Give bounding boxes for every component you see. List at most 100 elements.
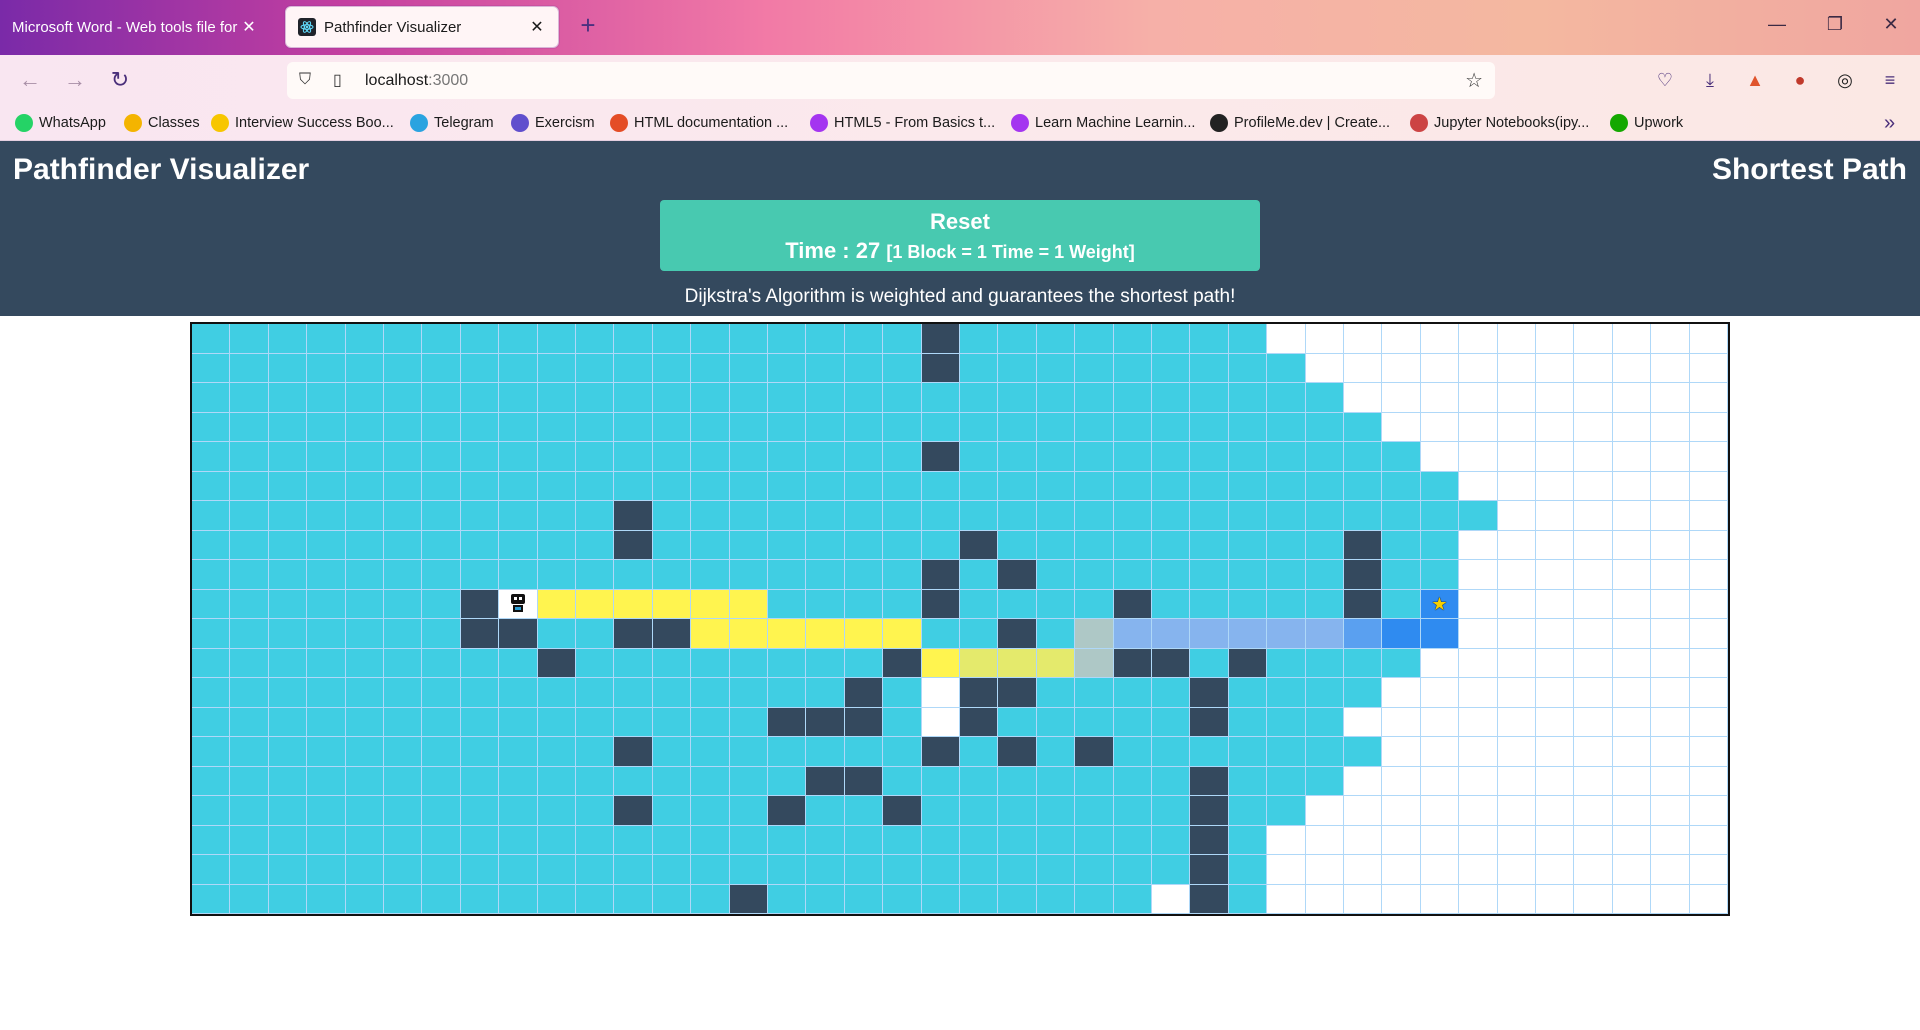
visited-cell[interactable]	[1382, 442, 1421, 472]
visited-cell[interactable]	[1228, 589, 1268, 619]
visited-cell[interactable]	[499, 501, 538, 531]
empty-cell[interactable]	[1459, 530, 1498, 560]
visited-cell[interactable]	[268, 648, 308, 678]
bookmark-item[interactable]: Classes	[124, 113, 200, 133]
visited-cell[interactable]	[576, 619, 615, 649]
visited-cell[interactable]	[921, 766, 960, 796]
visited-cell[interactable]	[192, 560, 231, 590]
wall-cell[interactable]	[499, 619, 538, 649]
visited-cell[interactable]	[691, 471, 730, 501]
visited-cell[interactable]	[422, 353, 461, 383]
visited-cell[interactable]	[1113, 560, 1152, 590]
visited-cell[interactable]	[998, 501, 1037, 531]
visited-cell[interactable]	[268, 619, 308, 649]
empty-cell[interactable]	[1574, 442, 1613, 472]
visited-cell[interactable]	[768, 560, 807, 590]
empty-cell[interactable]	[1267, 324, 1306, 354]
empty-cell[interactable]	[1689, 530, 1728, 560]
visited-cell[interactable]	[844, 825, 884, 855]
visited-cell[interactable]	[230, 884, 269, 914]
visited-cell[interactable]	[844, 471, 884, 501]
chevron-right-icon[interactable]: »	[1884, 112, 1895, 134]
empty-cell[interactable]	[1574, 501, 1613, 531]
visited-cell[interactable]	[499, 855, 538, 885]
empty-cell[interactable]	[1651, 383, 1690, 413]
visited-cell[interactable]	[1152, 530, 1191, 560]
wall-cell[interactable]	[921, 589, 960, 619]
empty-cell[interactable]	[1536, 324, 1575, 354]
visited-cell[interactable]	[345, 530, 384, 560]
empty-cell[interactable]	[1459, 353, 1498, 383]
visited-cell[interactable]	[1152, 855, 1191, 885]
visited-cell[interactable]	[921, 530, 960, 560]
visited-cell[interactable]	[460, 766, 500, 796]
forward-icon[interactable]: →	[61, 67, 89, 95]
visited-cell[interactable]	[806, 648, 845, 678]
visited-cell[interactable]	[1228, 766, 1268, 796]
path-cell[interactable]	[883, 619, 922, 649]
visited-cell[interactable]	[576, 324, 615, 354]
path-cell[interactable]	[691, 589, 730, 619]
empty-cell[interactable]	[1497, 648, 1536, 678]
visited-cell[interactable]	[422, 560, 461, 590]
visited-cell[interactable]	[307, 678, 346, 708]
visited-cell[interactable]	[1075, 412, 1114, 442]
visited-cell[interactable]	[268, 530, 308, 560]
visited-cell[interactable]	[1228, 560, 1268, 590]
visited-cell[interactable]	[1190, 383, 1229, 413]
empty-cell[interactable]	[1536, 648, 1575, 678]
bookmark-item[interactable]: Upwork	[1610, 113, 1683, 133]
empty-cell[interactable]	[1344, 766, 1383, 796]
visited-cell[interactable]	[960, 471, 999, 501]
visited-cell[interactable]	[230, 766, 269, 796]
visited-cell[interactable]	[1305, 560, 1344, 590]
visited-cell[interactable]	[1075, 530, 1114, 560]
visited-cell[interactable]	[844, 530, 884, 560]
empty-cell[interactable]	[1651, 796, 1690, 826]
visited-cell[interactable]	[768, 471, 807, 501]
close-icon[interactable]: ✕	[528, 17, 546, 37]
visited-cell[interactable]	[921, 501, 960, 531]
empty-cell[interactable]	[1382, 737, 1421, 767]
empty-cell[interactable]	[1420, 678, 1460, 708]
path-cell[interactable]	[1420, 619, 1460, 649]
visited-cell[interactable]	[499, 796, 538, 826]
url-bar[interactable]: ⛉ ▯ localhost:3000 ☆	[287, 62, 1495, 99]
visited-cell[interactable]	[1267, 678, 1306, 708]
visited-cell[interactable]	[1152, 737, 1191, 767]
visited-cell[interactable]	[998, 412, 1037, 442]
visited-cell[interactable]	[1036, 353, 1076, 383]
visited-cell[interactable]	[1344, 442, 1383, 472]
bookmark-star-icon[interactable]: ☆	[1465, 68, 1483, 93]
visited-cell[interactable]	[576, 560, 615, 590]
path-cell[interactable]	[768, 619, 807, 649]
empty-cell[interactable]	[1651, 589, 1690, 619]
visited-cell[interactable]	[1267, 471, 1306, 501]
visited-cell[interactable]	[307, 589, 346, 619]
empty-cell[interactable]	[921, 707, 960, 737]
empty-cell[interactable]	[1459, 471, 1498, 501]
path-cell[interactable]	[1075, 648, 1114, 678]
visited-cell[interactable]	[768, 412, 807, 442]
empty-cell[interactable]	[1497, 737, 1536, 767]
visited-cell[interactable]	[1113, 412, 1152, 442]
wall-cell[interactable]	[806, 766, 845, 796]
visited-cell[interactable]	[883, 855, 922, 885]
visited-cell[interactable]	[422, 501, 461, 531]
visited-cell[interactable]	[537, 383, 576, 413]
visited-cell[interactable]	[499, 884, 538, 914]
visited-cell[interactable]	[614, 884, 653, 914]
visited-cell[interactable]	[1228, 530, 1268, 560]
visited-cell[interactable]	[230, 678, 269, 708]
visited-cell[interactable]	[614, 825, 653, 855]
empty-cell[interactable]	[1497, 324, 1536, 354]
visited-cell[interactable]	[652, 442, 692, 472]
visited-cell[interactable]	[960, 560, 999, 590]
wall-cell[interactable]	[998, 737, 1037, 767]
visited-cell[interactable]	[1036, 796, 1076, 826]
empty-cell[interactable]	[1612, 766, 1652, 796]
empty-cell[interactable]	[1689, 884, 1728, 914]
empty-cell[interactable]	[1536, 678, 1575, 708]
empty-cell[interactable]	[1344, 796, 1383, 826]
wall-cell[interactable]	[614, 530, 653, 560]
